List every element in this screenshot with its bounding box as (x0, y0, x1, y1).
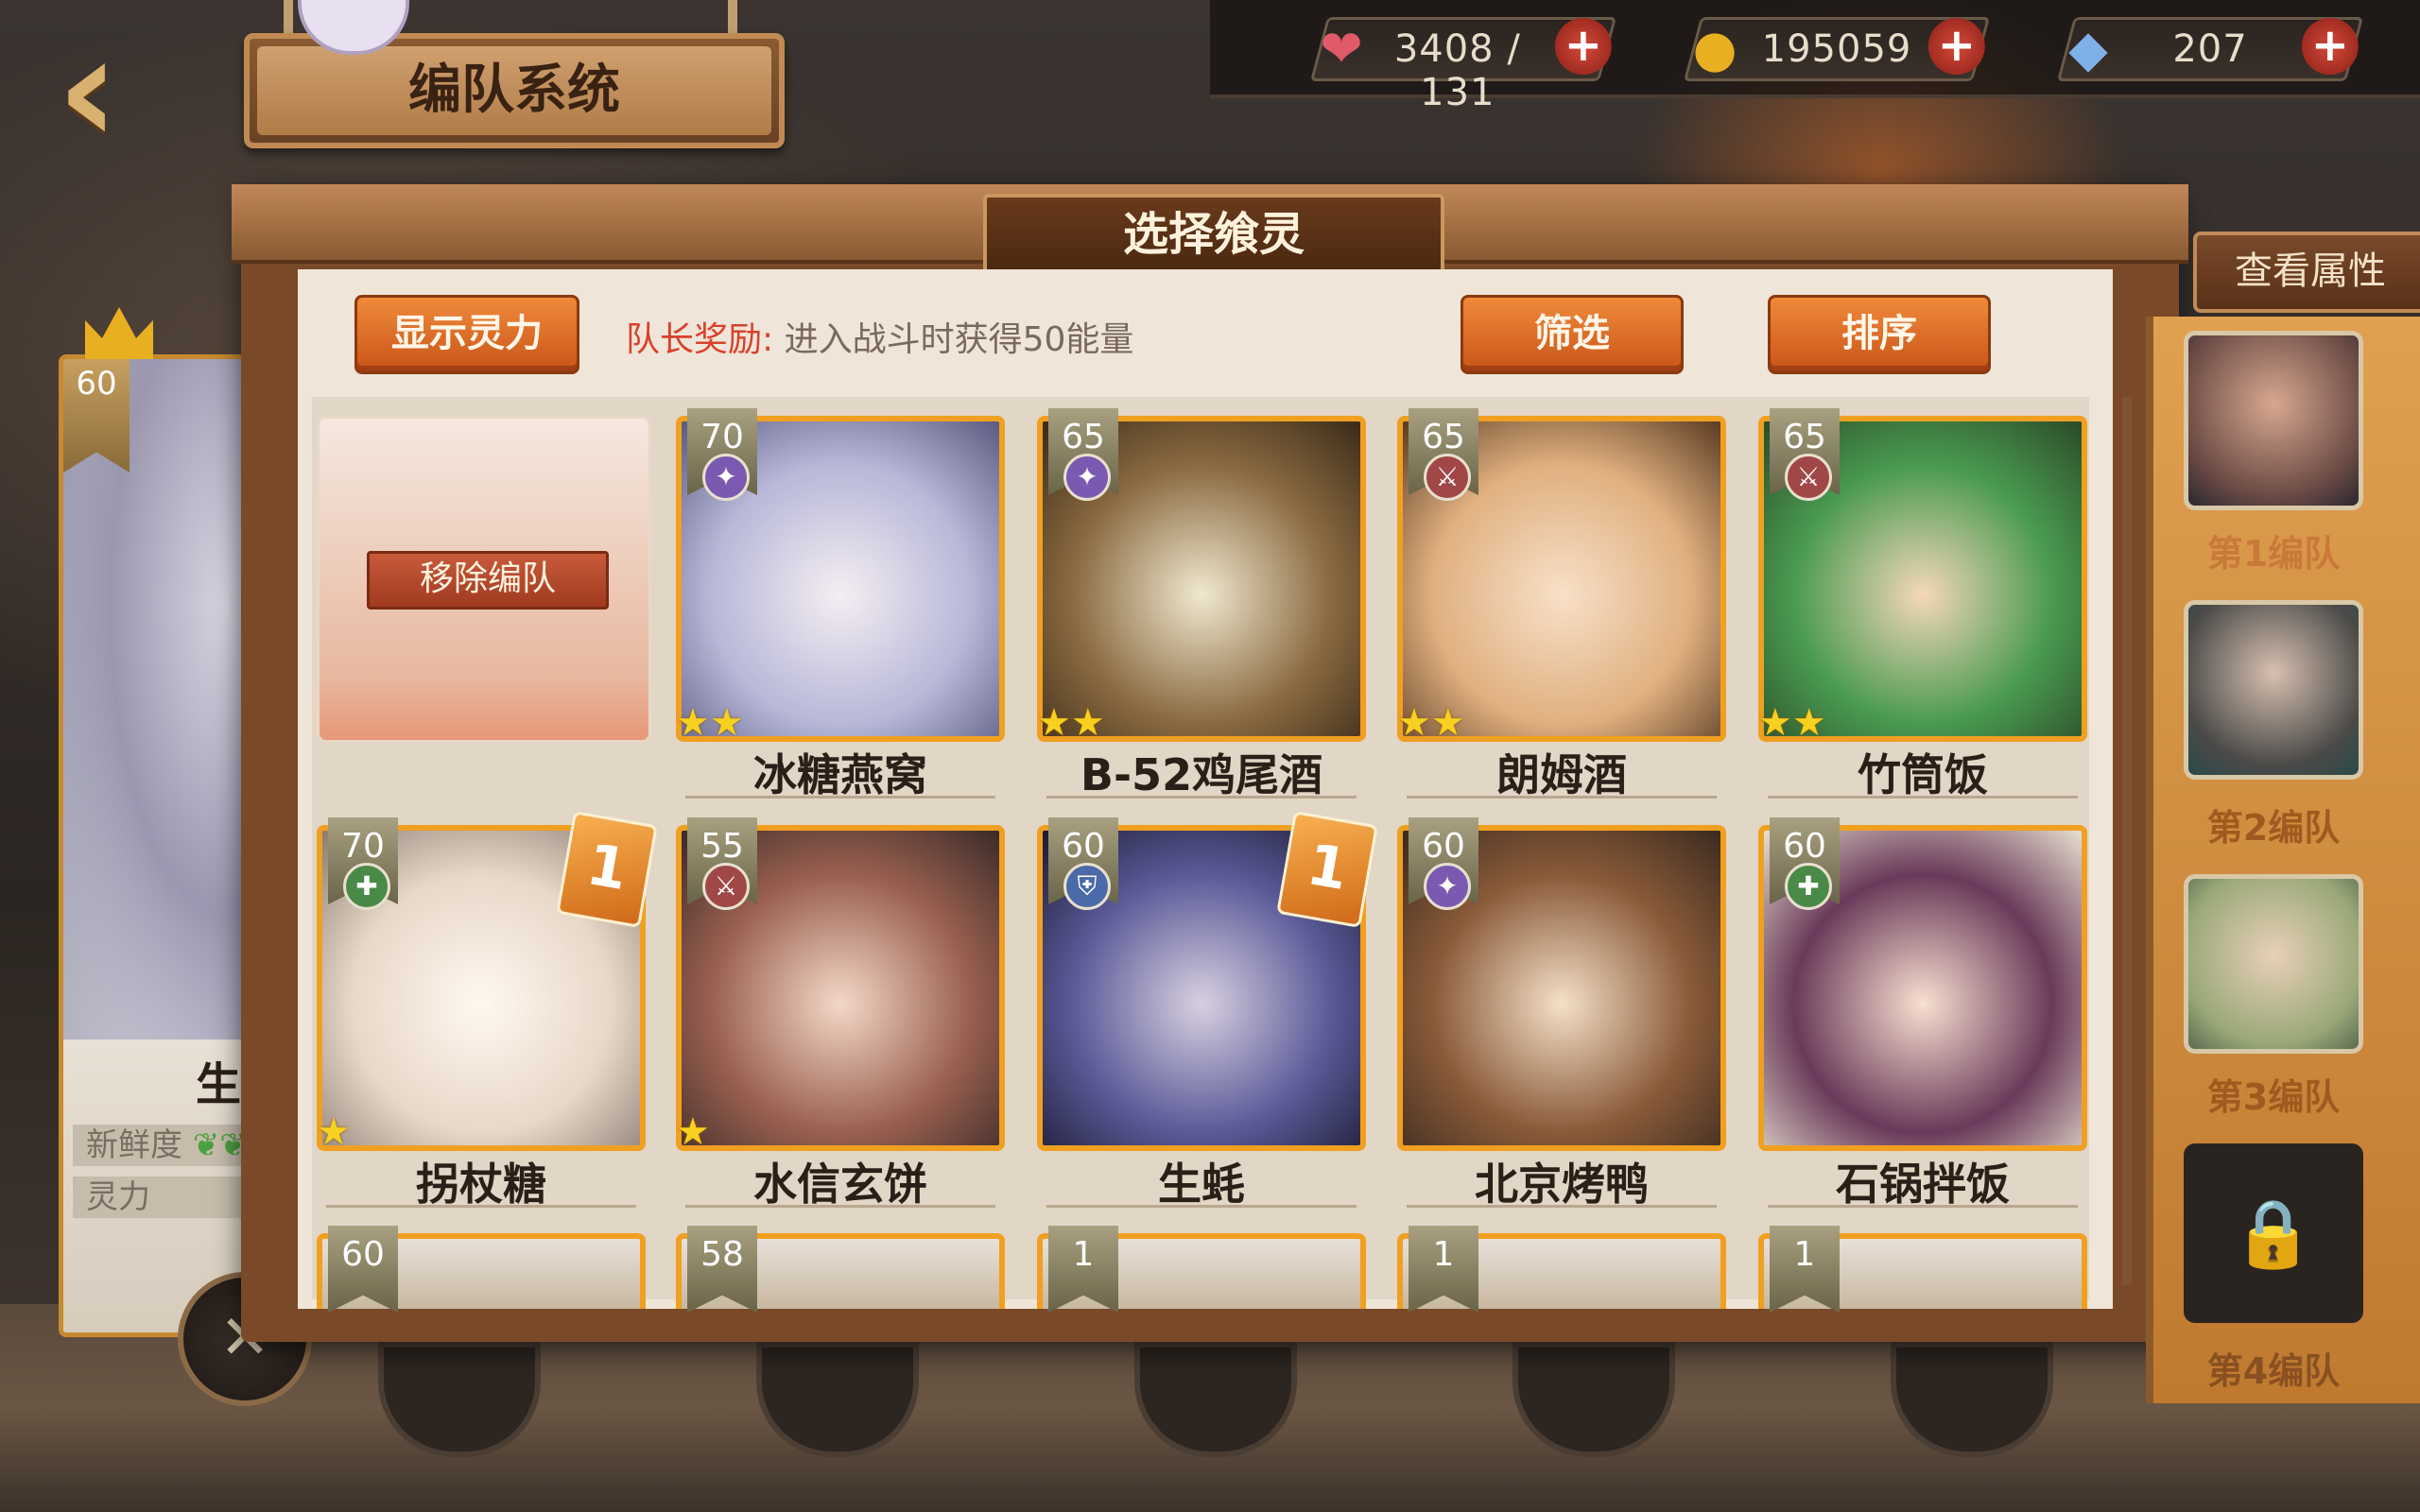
freshness-label: 新鲜度 (86, 1126, 182, 1164)
name-divider (1046, 1205, 1357, 1208)
lock-icon: 🔒 (2232, 1194, 2315, 1272)
view-attributes-button[interactable]: 查看属性 (2193, 232, 2420, 313)
character-card[interactable]: 60 ✚ 石锅拌饭 (1758, 817, 2087, 1212)
leader-bonus: 队长奖励: 进入战斗时获得50能量 (626, 312, 1133, 361)
team-2-label[interactable]: 第2编队 (2174, 799, 2373, 850)
character-name: 冰糖燕窝 (753, 749, 927, 800)
add-stamina-button[interactable]: + (1554, 18, 1612, 75)
pot-icon (1134, 1342, 1297, 1457)
gold-value: 195059 (1761, 27, 1912, 71)
character-card[interactable]: 58 (676, 1226, 1005, 1313)
crystal-icon: ◆ (2068, 19, 2108, 78)
name-divider (685, 796, 995, 799)
heal-type-icon: ✚ (343, 863, 390, 910)
shield-type-icon: ⛨ (1063, 863, 1111, 910)
character-name: 北京烤鸭 (1475, 1159, 1649, 1210)
pot-icon (1891, 1342, 2053, 1457)
pot-icon (1512, 1342, 1675, 1457)
character-name: 水信玄饼 (753, 1159, 927, 1210)
character-card[interactable]: 60 ⛨ 1 生蚝 (1037, 811, 1378, 1212)
character-card[interactable]: 60 (317, 1226, 646, 1313)
character-name: B-52鸡尾酒 (1080, 749, 1323, 800)
resource-stamina: ❤ 3408 / 131 + (1309, 17, 1617, 114)
character-name: 生蚝 (1158, 1159, 1245, 1210)
crystal-value: 207 (2172, 27, 2248, 71)
grid-scrollbar[interactable] (2122, 397, 2132, 1285)
back-arrow-icon[interactable]: ‹ (57, 14, 208, 165)
chain-decoration (284, 0, 293, 38)
name-divider (1046, 796, 1357, 799)
character-card[interactable]: 55 ⚔ ★ 水信玄饼 (676, 817, 1005, 1212)
rarity-stars: ★★ (1758, 701, 1826, 745)
character-card[interactable]: 70 ✚ ★ 1 拐杖糖 (317, 811, 658, 1212)
team-3-label[interactable]: 第3编队 (2174, 1068, 2373, 1120)
character-card[interactable]: 65 ✦ ★★ B-52鸡尾酒 (1037, 408, 1366, 803)
name-divider (1768, 796, 2078, 799)
sort-button[interactable]: 排序 (1768, 295, 1991, 374)
chain-decoration (728, 0, 737, 38)
heal-type-icon: ✚ (1785, 863, 1832, 910)
rarity-stars: ★ (676, 1110, 710, 1154)
character-card[interactable]: 1 (1397, 1226, 1726, 1313)
sword-type-icon: ⚔ (1785, 454, 1832, 501)
star-type-icon: ✦ (1063, 454, 1111, 501)
character-card[interactable]: 60 ✦ 北京烤鸭 (1397, 817, 1726, 1212)
star-type-icon: ✦ (1424, 863, 1471, 910)
sword-type-icon: ⚔ (1424, 454, 1471, 501)
stamina-value: 3408 / 131 (1393, 27, 1521, 114)
character-name: 竹筒饭 (1858, 749, 1988, 800)
leader-bonus-text: 进入战斗时获得50能量 (784, 320, 1134, 359)
add-crystal-button[interactable]: + (2301, 18, 2359, 75)
name-divider (685, 1205, 995, 1208)
rarity-stars: ★ (317, 1110, 351, 1154)
resource-crystal: ◆ 207 + (2056, 17, 2364, 81)
team-2-slot[interactable] (2184, 600, 2363, 780)
name-divider (1407, 796, 1717, 799)
character-name: 朗姆酒 (1496, 749, 1627, 800)
spirit-label: 灵力 (86, 1178, 150, 1216)
team-badge-icon: 1 (556, 811, 658, 928)
team-3-slot[interactable] (2184, 874, 2363, 1054)
character-card[interactable]: 65 ⚔ ★★ 竹筒饭 (1758, 408, 2087, 803)
add-gold-button[interactable]: + (1927, 18, 1985, 75)
team-4-locked-slot[interactable]: 🔒 (2184, 1143, 2363, 1323)
coin-icon: ● (1692, 19, 1737, 78)
leader-bonus-label: 队长奖励: (626, 320, 774, 359)
character-card[interactable]: 1 (1758, 1226, 2087, 1313)
character-card[interactable]: 65 ⚔ ★★ 朗姆酒 (1397, 408, 1726, 803)
heart-icon: ❤ (1320, 19, 1363, 78)
leader-level: 60 (76, 365, 117, 403)
team-badge-icon: 1 (1276, 811, 1378, 928)
show-power-button[interactable]: 显示灵力 (354, 295, 579, 374)
character-name: 石锅拌饭 (1836, 1159, 2010, 1210)
team-1-label[interactable]: 第1编队 (2174, 524, 2373, 576)
name-divider (1768, 1205, 2078, 1208)
star-type-icon: ✦ (702, 454, 750, 501)
remove-from-team-button[interactable]: 移除编队 (367, 551, 609, 610)
name-divider (1407, 1205, 1717, 1208)
leaf-icon: ❦❦ (192, 1126, 247, 1164)
filter-button[interactable]: 筛选 (1461, 295, 1684, 374)
title-plaque: 编队系统 (244, 33, 785, 148)
character-card[interactable]: 70 ✦ ★★ 冰糖燕窝 (676, 408, 1005, 803)
rarity-stars: ★★ (1037, 701, 1105, 745)
dialog-title: 选择飨灵 (983, 194, 1444, 275)
name-divider (326, 1205, 636, 1208)
team-4-label[interactable]: 第4编队 (2174, 1342, 2373, 1394)
rarity-stars: ★★ (676, 701, 744, 745)
sword-type-icon: ⚔ (702, 863, 750, 910)
resource-gold: ● 195059 + (1683, 17, 1991, 81)
remove-from-team-card[interactable]: 移除编队 (317, 416, 651, 743)
character-name: 拐杖糖 (416, 1159, 546, 1210)
page-title: 编队系统 (408, 60, 620, 121)
rarity-stars: ★★ (1397, 701, 1465, 745)
pot-icon (756, 1342, 919, 1457)
team-1-slot[interactable] (2184, 331, 2363, 510)
pot-icon (378, 1342, 541, 1457)
character-card[interactable]: 1 (1037, 1226, 1366, 1313)
